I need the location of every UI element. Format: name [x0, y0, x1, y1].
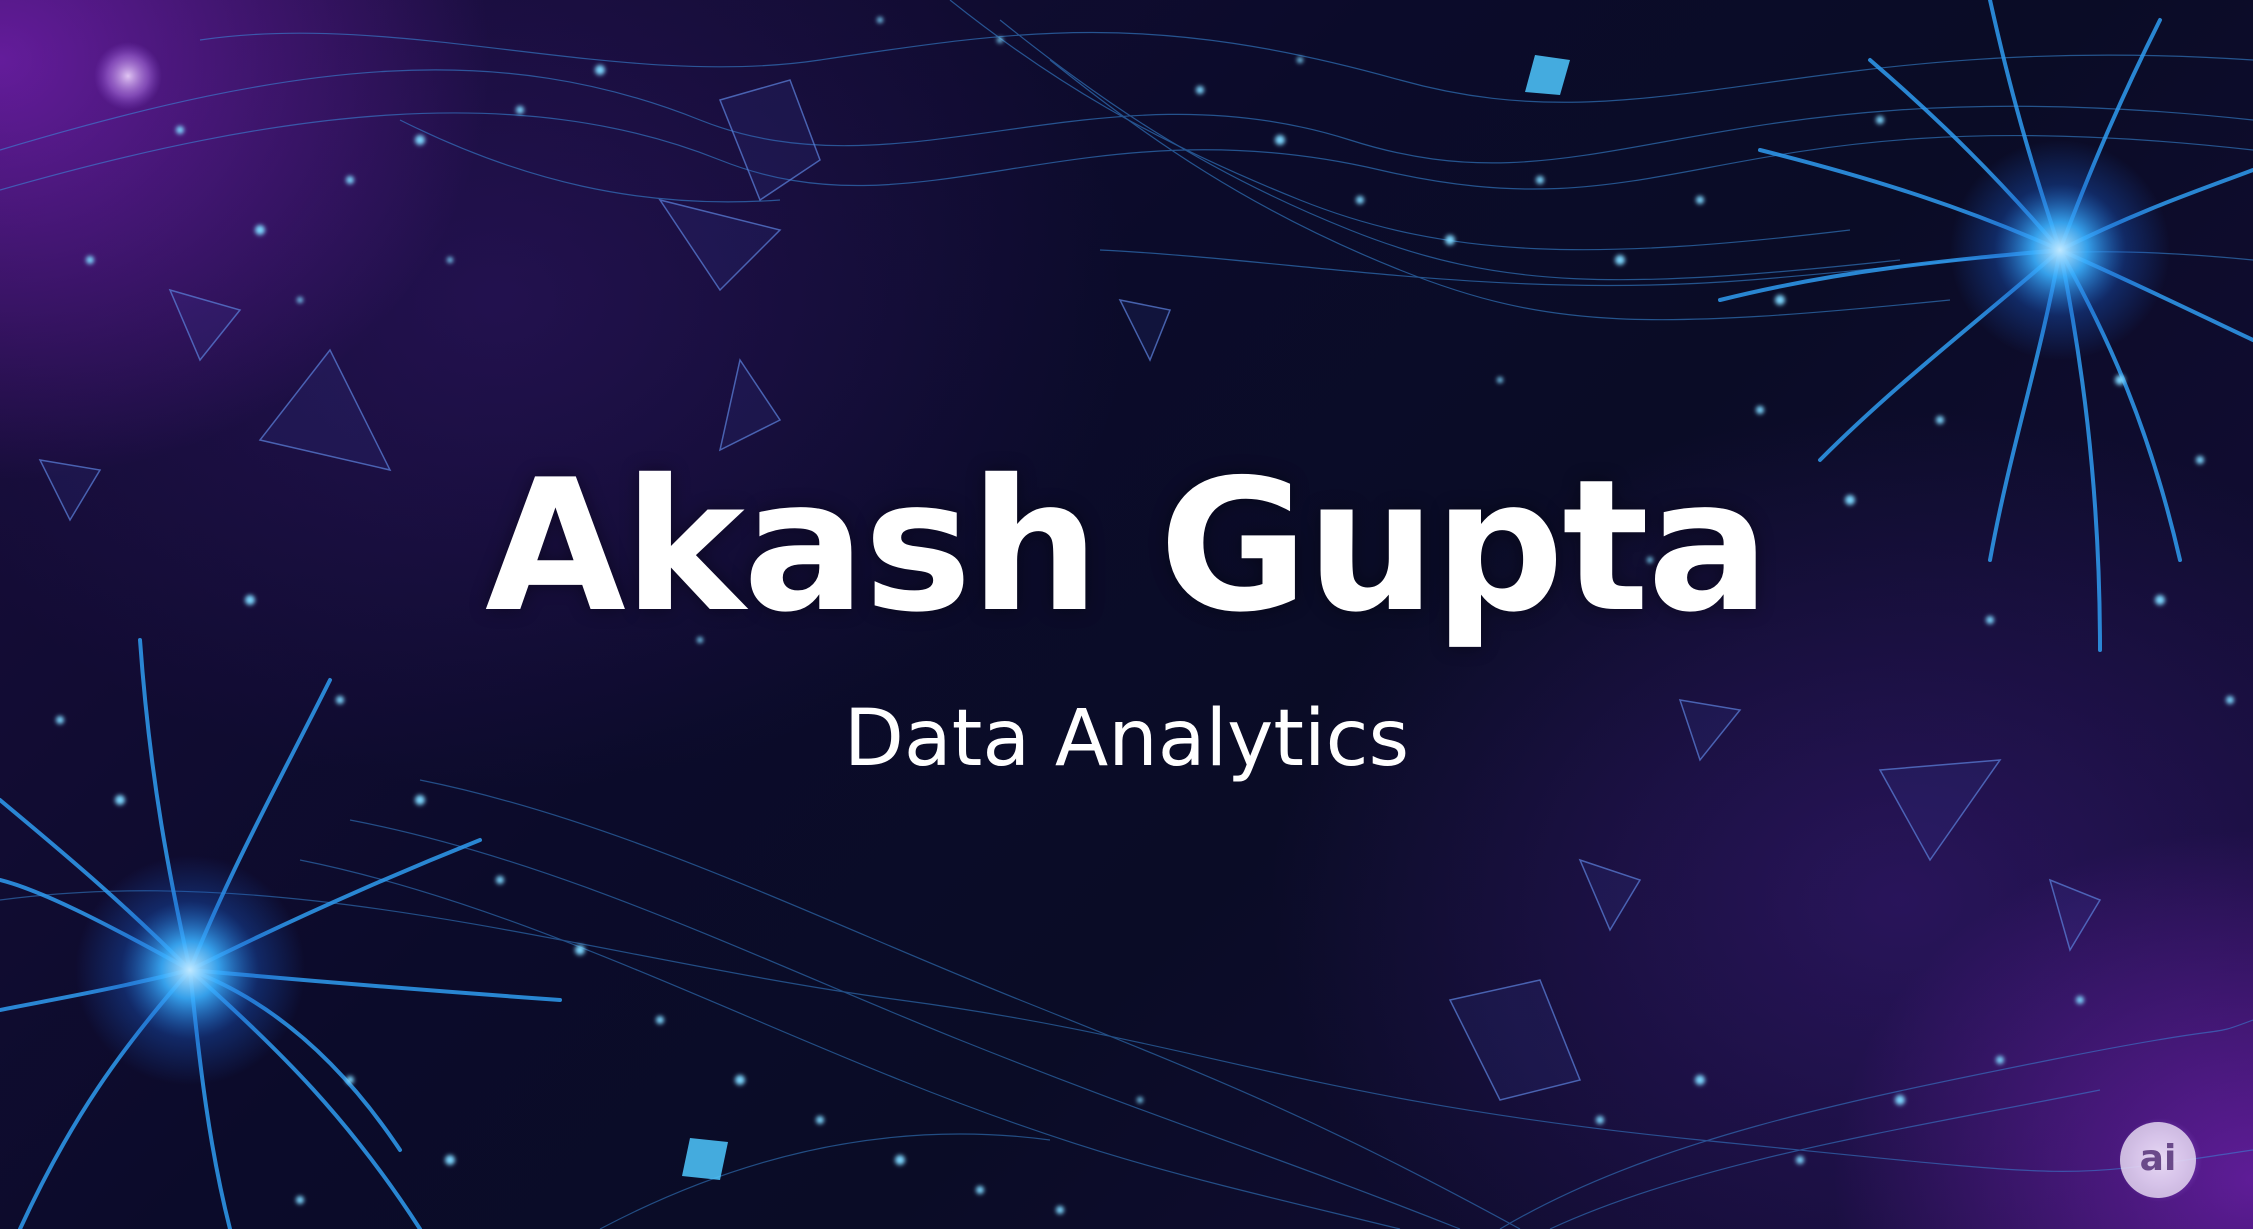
orb-top-left: [94, 42, 162, 110]
banner-canvas: Akash Gupta Data Analytics ai: [0, 0, 2253, 1229]
flowing-fibers-top: [0, 0, 2253, 321]
ai-watermark-logo: ai: [2120, 1122, 2196, 1198]
neuron-top-right-body: [1950, 140, 2170, 360]
title-name: Akash Gupta: [484, 440, 1770, 652]
neuron-bottom-left-body: [75, 855, 305, 1085]
flowing-fibers-bottom: [0, 779, 2253, 1229]
subtitle-role: Data Analytics: [843, 694, 1410, 784]
